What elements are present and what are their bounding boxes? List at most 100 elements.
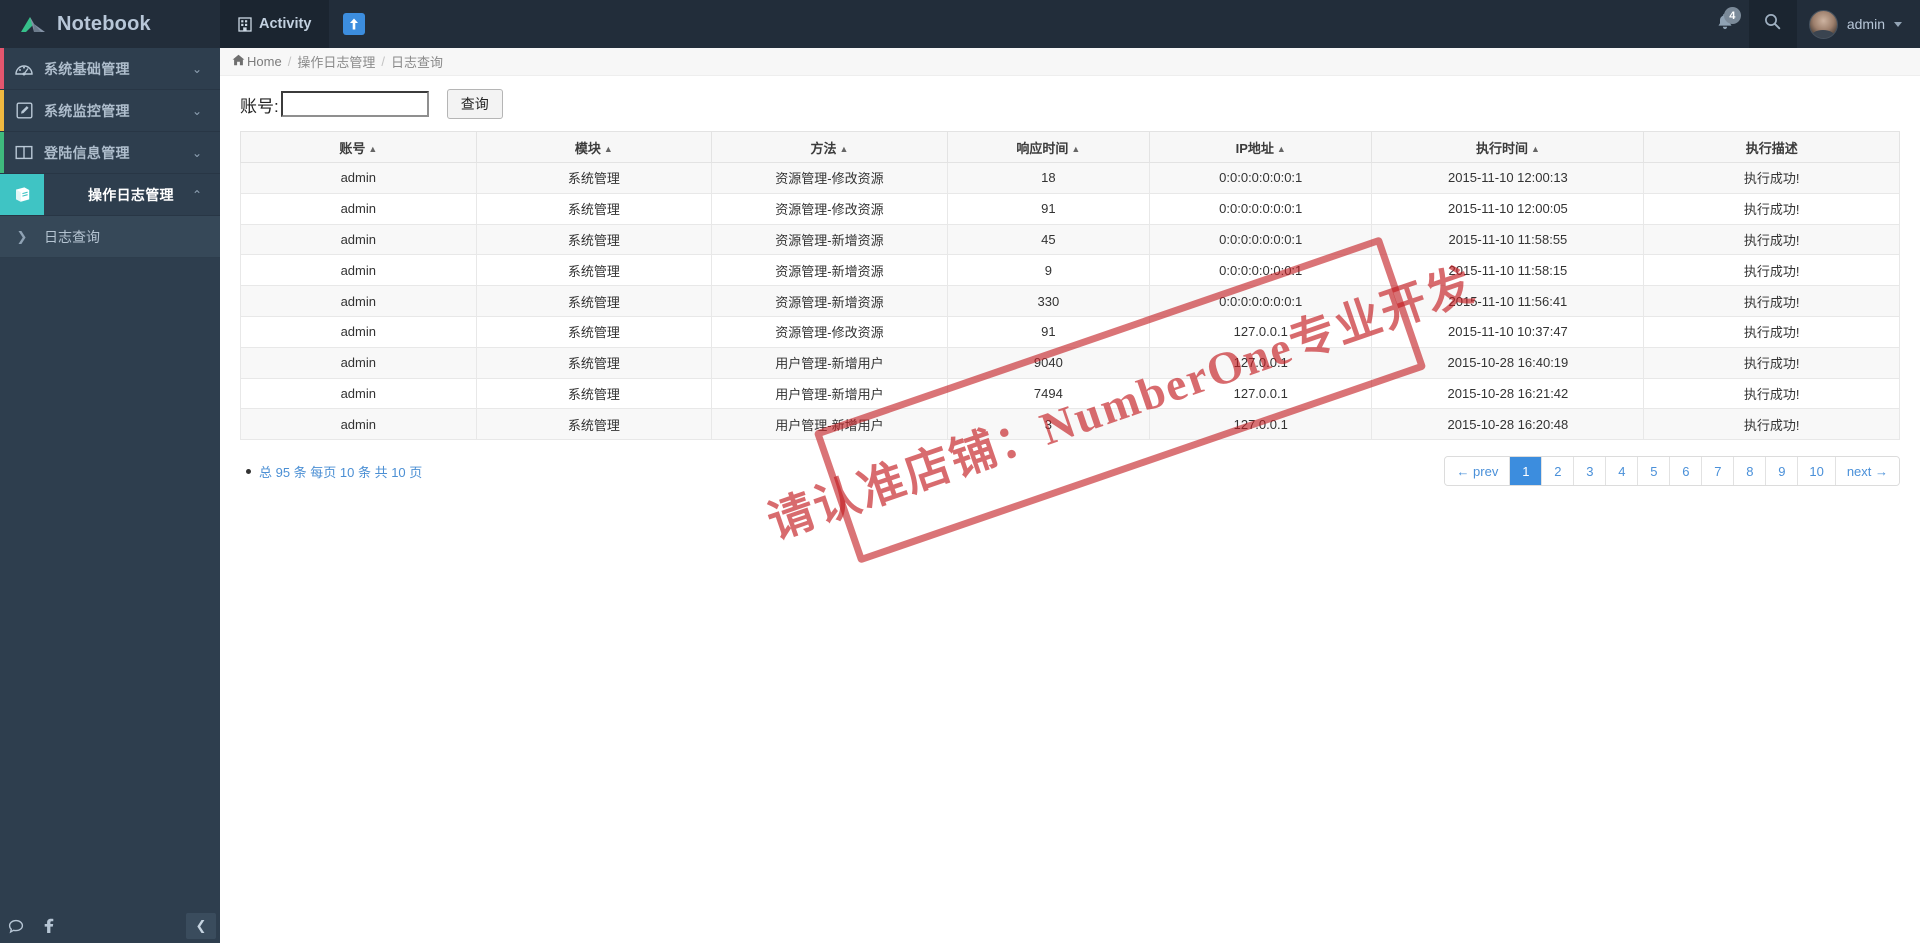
top-navigation-bar: Notebook Activity 4 admin xyxy=(0,0,1920,48)
sort-asc-icon: ▲ xyxy=(1530,143,1540,154)
th-account[interactable]: 账号 ▲ xyxy=(240,131,477,163)
cell-module: 系统管理 xyxy=(475,285,713,317)
cell-response-time: 330 xyxy=(946,285,1151,317)
pagination-page-7[interactable]: 7 xyxy=(1702,457,1735,486)
search-button[interactable] xyxy=(1748,0,1797,48)
top-tabs: Activity xyxy=(220,0,379,48)
columns-icon xyxy=(4,132,44,173)
sidebar-item-login-info[interactable]: 登陆信息管理 ⌄ xyxy=(0,132,220,174)
sort-asc-icon: ▲ xyxy=(1276,143,1286,154)
cell-module: 系统管理 xyxy=(475,254,713,287)
table-row[interactable]: admin 系统管理 资源管理-新增资源 330 0:0:0:0:0:0:0:1 2015… xyxy=(240,285,1900,317)
cell-module: 系统管理 xyxy=(475,346,713,379)
notifications-button[interactable]: 4 xyxy=(1701,0,1749,48)
cell-account: admin xyxy=(240,192,477,225)
table-row[interactable]: admin 系统管理 用户管理-新增用户 7494 127.0.0.1 2015-10-2… xyxy=(240,377,1900,410)
cell-execute-desc: 执行成功! xyxy=(1643,408,1900,441)
pagination-next[interactable]: next → xyxy=(1835,457,1899,486)
cell-execute-desc: 执行成功! xyxy=(1643,192,1900,225)
cell-execute-time: 2015-11-10 11:58:15 xyxy=(1371,254,1645,287)
record-count-info: 总 95 条 每页 10 条 共 10 页 xyxy=(246,462,422,481)
cell-execute-time: 2015-11-10 11:56:41 xyxy=(1371,285,1645,317)
cell-response-time: 7494 xyxy=(946,377,1151,410)
table-row[interactable]: admin 系统管理 资源管理-修改资源 91 127.0.0.1 2015-11-10 … xyxy=(240,315,1900,348)
pagination-page-6[interactable]: 6 xyxy=(1670,457,1703,486)
account-label: 账号: xyxy=(240,96,279,116)
cell-module: 系统管理 xyxy=(475,223,713,256)
cell-module: 系统管理 xyxy=(475,377,713,410)
pagination-page-3[interactable]: 3 xyxy=(1574,457,1607,486)
sidebar-collapse-button[interactable]: ❮ xyxy=(186,913,216,939)
tab-activity-label: Activity xyxy=(259,16,312,32)
cell-ip-address: 0:0:0:0:0:0:0:1 xyxy=(1149,285,1373,317)
account-input[interactable] xyxy=(280,91,429,117)
pagination-page-9[interactable]: 9 xyxy=(1766,457,1799,486)
pagination-page-2[interactable]: 2 xyxy=(1542,457,1575,486)
facebook-icon[interactable] xyxy=(32,909,64,943)
cell-execute-time: 2015-11-10 11:58:55 xyxy=(1371,223,1645,256)
table-row[interactable]: admin 系统管理 资源管理-修改资源 91 0:0:0:0:0:0:0:1 2015-… xyxy=(240,192,1900,225)
tab-activity[interactable]: Activity xyxy=(220,0,330,48)
sidebar-item-system-basic[interactable]: 系统基础管理 ⌄ xyxy=(0,48,220,90)
brand-logo-area[interactable]: Notebook xyxy=(0,0,220,48)
cell-response-time: 45 xyxy=(946,223,1151,256)
pagination-page-4[interactable]: 4 xyxy=(1606,457,1639,486)
table-row[interactable]: admin 系统管理 资源管理-修改资源 18 0:0:0:0:0:0:0:1 2015-… xyxy=(240,162,1900,194)
cell-account: admin xyxy=(240,408,477,441)
th-method[interactable]: 方法 ▲ xyxy=(711,131,948,163)
sort-asc-icon: ▲ xyxy=(839,143,849,154)
cell-execute-time: 2015-11-10 12:00:05 xyxy=(1371,192,1645,225)
sidebar-item-label: 登陆信息管理 xyxy=(44,144,130,161)
sidebar-item-system-monitor[interactable]: 系统监控管理 ⌄ xyxy=(0,90,220,132)
breadcrumb-separator: / xyxy=(381,54,385,69)
log-table-body: admin 系统管理 资源管理-修改资源 18 0:0:0:0:0:0:0:1 2015-… xyxy=(240,162,1900,441)
th-ip-address[interactable]: IP地址 ▲ xyxy=(1149,131,1373,163)
table-row[interactable]: admin 系统管理 用户管理-新增用户 3 127.0.0.1 2015-10-28 1… xyxy=(240,408,1900,441)
tab-upload[interactable] xyxy=(329,0,379,48)
th-module[interactable]: 模块 ▲ xyxy=(475,131,713,163)
cell-account: admin xyxy=(240,223,477,256)
cell-execute-desc: 执行成功! xyxy=(1643,285,1900,317)
th-execute-desc[interactable]: 执行描述 xyxy=(1643,131,1900,163)
cell-module: 系统管理 xyxy=(475,192,713,225)
chat-bubble-icon[interactable] xyxy=(0,909,32,943)
sidebar-item-operation-log[interactable]: 操作日志管理 ⌃ xyxy=(0,174,220,216)
table-row[interactable]: admin 系统管理 资源管理-新增资源 9 0:0:0:0:0:0:0:1 2015-1… xyxy=(240,254,1900,287)
cell-execute-desc: 执行成功! xyxy=(1643,254,1900,287)
chevron-up-icon: ⌃ xyxy=(191,187,202,202)
user-menu[interactable]: admin xyxy=(1797,0,1920,48)
chevron-down-icon: ⌄ xyxy=(191,145,202,160)
th-response-time[interactable]: 响应时间 ▲ xyxy=(946,131,1151,163)
search-icon xyxy=(1764,13,1781,35)
cell-method: 资源管理-新增资源 xyxy=(711,254,948,287)
pagination-page-8[interactable]: 8 xyxy=(1734,457,1767,486)
book-icon xyxy=(0,174,44,215)
pagination-page-10[interactable]: 10 xyxy=(1798,457,1836,486)
cell-execute-desc: 执行成功! xyxy=(1643,346,1900,379)
cell-method: 用户管理-新增用户 xyxy=(711,346,948,379)
th-execute-time[interactable]: 执行时间 ▲ xyxy=(1371,131,1645,163)
cell-account: admin xyxy=(240,285,477,317)
pagination-prev[interactable]: ← prev xyxy=(1445,457,1511,486)
table-row[interactable]: admin 系统管理 资源管理-新增资源 45 0:0:0:0:0:0:0:1 2015-… xyxy=(240,223,1900,256)
cell-execute-desc: 执行成功! xyxy=(1643,377,1900,410)
query-button[interactable]: 查询 xyxy=(446,89,503,119)
pagination-page-5[interactable]: 5 xyxy=(1638,457,1671,486)
th-method-label: 方法 xyxy=(810,140,837,156)
breadcrumb-item-log-query[interactable]: 日志查询 xyxy=(391,52,443,71)
sort-asc-icon: ▲ xyxy=(1071,143,1081,154)
cell-account: admin xyxy=(240,162,477,194)
cell-method: 用户管理-新增用户 xyxy=(711,408,948,441)
cell-ip-address: 127.0.0.1 xyxy=(1149,408,1373,441)
breadcrumb-home[interactable]: Home xyxy=(232,54,282,69)
home-icon xyxy=(232,54,245,69)
breadcrumb-item-operation-log[interactable]: 操作日志管理 xyxy=(297,52,375,71)
cell-account: admin xyxy=(240,254,477,287)
pagination-page-1[interactable]: 1 xyxy=(1510,457,1543,486)
sidebar-subitem-log-query[interactable]: ❯ 日志查询 xyxy=(0,216,220,258)
avatar xyxy=(1808,9,1838,39)
th-module-label: 模块 xyxy=(574,140,601,156)
log-table: 账号 ▲ 模块 ▲ 方法 ▲ 响应时间 ▲ IP地址 ▲ 执行时间 ▲ 执行描述… xyxy=(240,131,1900,441)
table-row[interactable]: admin 系统管理 用户管理-新增用户 9040 127.0.0.1 2015-10-2… xyxy=(240,346,1900,379)
sidebar-item-label: 系统监控管理 xyxy=(44,102,130,119)
